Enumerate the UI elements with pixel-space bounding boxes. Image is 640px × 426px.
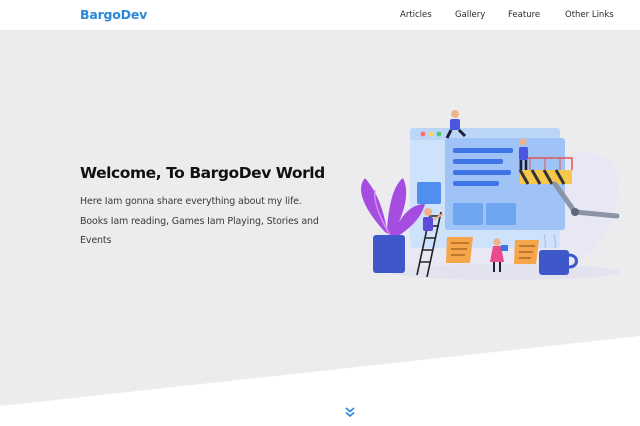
- navbar: BargoDev Articles Gallery Feature Other …: [0, 0, 640, 31]
- sticky-note: [446, 237, 473, 263]
- hero-description: Here Iam gonna share everything about my…: [80, 192, 330, 251]
- nav-link-gallery[interactable]: Gallery: [455, 10, 485, 20]
- brand-logo[interactable]: BargoDev: [80, 7, 147, 22]
- nav-link-articles[interactable]: Articles: [400, 10, 432, 20]
- mug: [539, 250, 569, 275]
- hero-illustration: [361, 110, 620, 280]
- hero-line: Books Iam reading, Games Iam Playing, St…: [80, 215, 319, 227]
- hero-title: Welcome, To BargoDev World: [80, 164, 325, 182]
- hero-line: Here Iam gonna share everything about my…: [80, 196, 302, 207]
- double-chevron-down-icon[interactable]: [343, 406, 357, 418]
- illustration-shadow: [390, 264, 620, 280]
- plant-pot: [373, 235, 405, 273]
- nav-link-feature[interactable]: Feature: [508, 10, 540, 20]
- hero-line: Events: [80, 235, 112, 246]
- nav-link-other-links[interactable]: Other Links: [565, 10, 614, 20]
